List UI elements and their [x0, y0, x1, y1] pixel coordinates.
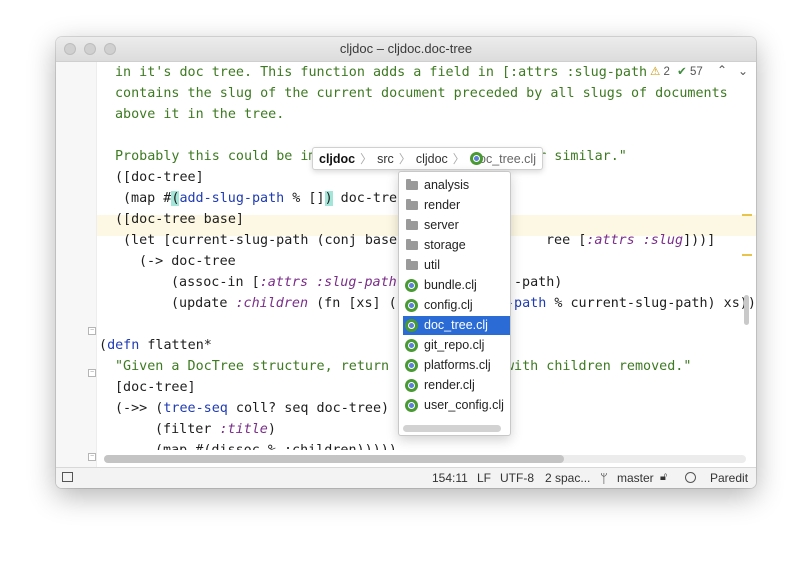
popup-item-git-repo[interactable]: git_repo.clj — [403, 336, 510, 355]
code-line: above it in the tree. — [115, 107, 285, 122]
code-line: (map #(add-slug-path % []) doc-tre — [123, 191, 398, 206]
ide-window: cljdoc – cljdoc.doc-tree − − − in it's d… — [56, 37, 756, 488]
line-separator[interactable]: LF — [477, 471, 491, 485]
file-encoding[interactable]: UTF-8 — [500, 471, 534, 485]
breadcrumb-folder-cljdoc[interactable]: cljdoc — [416, 152, 448, 166]
navigation-breadcrumb: cljdoc 〉 src 〉 cljdoc 〉 doc_tree.clj — [312, 147, 543, 170]
window-title: cljdoc – cljdoc.doc-tree — [339, 41, 473, 56]
ok-count: 57 — [689, 66, 703, 78]
clojure-file-icon — [405, 279, 418, 292]
fold-marker-icon[interactable]: − — [88, 369, 96, 377]
breadcrumb-project[interactable]: cljdoc — [319, 152, 355, 166]
git-branch[interactable]: master — [617, 471, 654, 485]
popup-horizontal-scrollbar[interactable] — [403, 425, 501, 432]
code-line: Probably this could be im — [115, 149, 317, 164]
clojure-file-icon — [405, 319, 418, 332]
inspection-widget[interactable]: ⚠ 2 ✔ 57 — [650, 64, 703, 78]
git-branch-icon: ᛘ — [600, 471, 608, 486]
code-line: (let [current-slug-path (conj base — [123, 233, 398, 248]
breadcrumb-popup-list: analysis render server storage util bund… — [398, 171, 511, 436]
horizontal-scrollbar[interactable] — [104, 455, 746, 463]
popup-item-doc-tree[interactable]: doc_tree.clj — [403, 316, 510, 335]
popup-item-platforms[interactable]: platforms.clj — [403, 356, 510, 375]
code-line: ([doc-tree] — [115, 170, 204, 185]
code-line: with children removed." — [506, 359, 692, 374]
error-stripe-mark[interactable] — [742, 214, 752, 216]
fold-marker-icon[interactable]: − — [88, 327, 96, 335]
clojure-file-icon — [405, 379, 418, 392]
warning-count: 2 — [663, 66, 670, 78]
code-line: "Given a DocTree structure, return — [115, 359, 398, 374]
status-bar: 154:11 LF UTF-8 2 spac... ᛘ master 🔓︎ Pa… — [56, 467, 756, 488]
title-bar: cljdoc – cljdoc.doc-tree — [56, 37, 756, 62]
code-line: (update :children (fn [xs] ( — [171, 296, 397, 311]
vertical-scrollbar[interactable] — [744, 295, 749, 325]
fold-marker-icon[interactable]: − — [88, 453, 96, 461]
code-line: in it's doc tree. This function adds a f… — [115, 65, 648, 80]
popup-item-bundle[interactable]: bundle.clj — [403, 276, 510, 295]
notifications-icon[interactable] — [685, 472, 696, 483]
popup-item-user-config[interactable]: user_config.clj — [403, 396, 510, 415]
popup-item-util[interactable]: util — [403, 256, 510, 275]
popup-item-storage[interactable]: storage — [403, 236, 510, 255]
code-line: (map #(dissoc % :children))))) — [155, 440, 397, 450]
chevron-down-icon[interactable]: ⌄ — [738, 64, 748, 78]
folder-icon — [406, 239, 418, 250]
popup-item-config[interactable]: config.clj — [403, 296, 510, 315]
code-line: contains the slug of the current documen… — [115, 86, 728, 101]
clojure-file-icon — [405, 359, 418, 372]
code-line: ree [:attrs :slug]))] — [546, 233, 716, 248]
chevron-right-icon: 〉 — [398, 152, 411, 166]
folder-icon — [406, 259, 418, 270]
breadcrumb-folder-src[interactable]: src — [377, 152, 394, 166]
warning-triangle-icon: ⚠ — [650, 66, 661, 78]
clojure-file-icon — [405, 339, 418, 352]
code-line: ([doc-tree base] — [115, 212, 244, 227]
chevron-right-icon: 〉 — [360, 152, 373, 166]
code-line: (assoc-in [:attrs :slug-path — [171, 275, 397, 290]
error-stripe-mark[interactable] — [742, 254, 752, 256]
chevron-up-icon[interactable]: ⌃ — [717, 63, 727, 77]
lock-icon[interactable]: 🔓︎ — [660, 471, 667, 484]
popup-item-analysis[interactable]: analysis — [403, 176, 510, 195]
folder-icon — [406, 199, 418, 210]
clojure-file-icon — [405, 299, 418, 312]
folder-icon — [406, 219, 418, 230]
code-line: -path) — [514, 275, 563, 290]
editor-gutter: − − − — [56, 62, 97, 467]
paredit-mode[interactable]: Paredit — [710, 471, 748, 485]
popup-item-server[interactable]: server — [403, 216, 510, 235]
chevron-right-icon: 〉 — [452, 152, 465, 166]
indent-setting[interactable]: 2 spac... — [545, 471, 590, 485]
horizontal-scroll-thumb[interactable] — [104, 455, 564, 463]
popup-item-render-clj[interactable]: render.clj — [403, 376, 510, 395]
double-check-icon: ✔ — [677, 66, 687, 78]
caret-position[interactable]: 154:11 — [432, 471, 468, 485]
folder-icon — [406, 179, 418, 190]
code-line: (-> doc-tree — [139, 254, 236, 269]
clojure-file-icon — [405, 399, 418, 412]
code-line: -path % current-slug-path) xs)) — [506, 296, 756, 311]
code-line: (filter :title) — [155, 422, 276, 437]
tool-window-toggle-icon[interactable] — [62, 472, 73, 482]
popup-item-render[interactable]: render — [403, 196, 510, 215]
code-line: (defn flatten* — [99, 338, 212, 353]
code-line: (->> (tree-seq coll? seq doc-tree) — [115, 401, 390, 416]
code-line: [doc-tree] — [115, 380, 196, 395]
